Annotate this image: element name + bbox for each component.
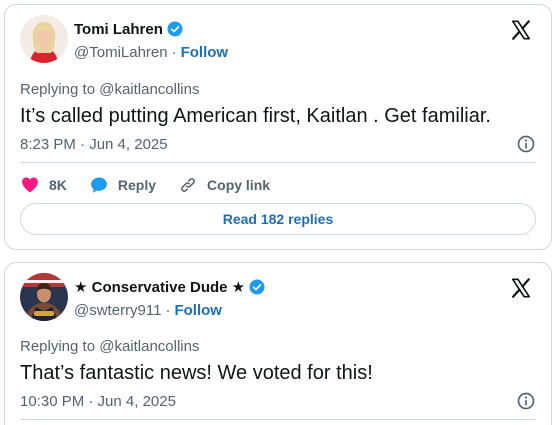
- link-icon: [181, 178, 195, 192]
- tweet-meta: 10:30 PM · Jun 4, 2025: [20, 391, 536, 411]
- like-count: 8K: [49, 177, 67, 193]
- copy-link-button[interactable]: Copy link: [178, 175, 270, 195]
- heart-icon: [22, 177, 38, 193]
- tweet-card[interactable]: Tomi Lahren @TomiLahren · Follow Replyin…: [4, 4, 552, 250]
- tweet-card[interactable]: ★ Conservative Dude ★ @swterry911 · Foll…: [4, 262, 552, 425]
- timestamp[interactable]: 8:23 PM · Jun 4, 2025: [20, 136, 168, 153]
- follow-button[interactable]: Follow: [174, 302, 222, 319]
- read-replies-button[interactable]: Read 182 replies: [20, 203, 536, 235]
- like-button[interactable]: 8K: [20, 175, 67, 195]
- x-logo-icon[interactable]: [510, 277, 532, 299]
- verified-badge-icon: [167, 21, 183, 37]
- tweet-header: ★ Conservative Dude ★ @swterry911 · Foll…: [20, 273, 536, 321]
- info-icon[interactable]: [516, 134, 536, 154]
- divider: [20, 419, 536, 420]
- x-logo-icon[interactable]: [510, 19, 532, 41]
- divider: [20, 162, 536, 163]
- author-info: ★ Conservative Dude ★ @swterry911 · Foll…: [74, 277, 266, 320]
- author-handle[interactable]: @TomiLahren: [74, 44, 168, 61]
- copy-link-label: Copy link: [207, 177, 271, 193]
- tweet-text: It’s called putting American first, Kait…: [20, 105, 491, 127]
- replying-to[interactable]: Replying to @kaitlancollins: [20, 81, 199, 98]
- tweet-actions: 8K Reply Copy link: [20, 173, 292, 197]
- tweet-header: Tomi Lahren @TomiLahren · Follow: [20, 15, 536, 63]
- reply-button[interactable]: Reply: [89, 175, 156, 195]
- avatar[interactable]: [20, 273, 68, 321]
- tweet-text: That’s fantastic news! We voted for this…: [20, 362, 373, 384]
- follow-button[interactable]: Follow: [181, 44, 229, 61]
- reply-label: Reply: [117, 177, 157, 193]
- author-display-name[interactable]: Tomi Lahren: [74, 21, 163, 38]
- replying-to[interactable]: Replying to @kaitlancollins: [20, 338, 199, 355]
- tweet-meta: 8:23 PM · Jun 4, 2025: [20, 134, 536, 154]
- separator-dot: ·: [165, 301, 171, 319]
- author-handle[interactable]: @swterry911: [74, 302, 161, 319]
- separator-dot: ·: [171, 43, 177, 61]
- verified-badge-icon: [249, 279, 265, 295]
- avatar[interactable]: [20, 15, 68, 63]
- speech-bubble-icon: [90, 177, 107, 193]
- author-info: Tomi Lahren @TomiLahren · Follow: [74, 19, 228, 62]
- info-icon[interactable]: [516, 391, 536, 411]
- timestamp[interactable]: 10:30 PM · Jun 4, 2025: [20, 393, 176, 410]
- author-display-name[interactable]: ★ Conservative Dude ★: [74, 278, 245, 296]
